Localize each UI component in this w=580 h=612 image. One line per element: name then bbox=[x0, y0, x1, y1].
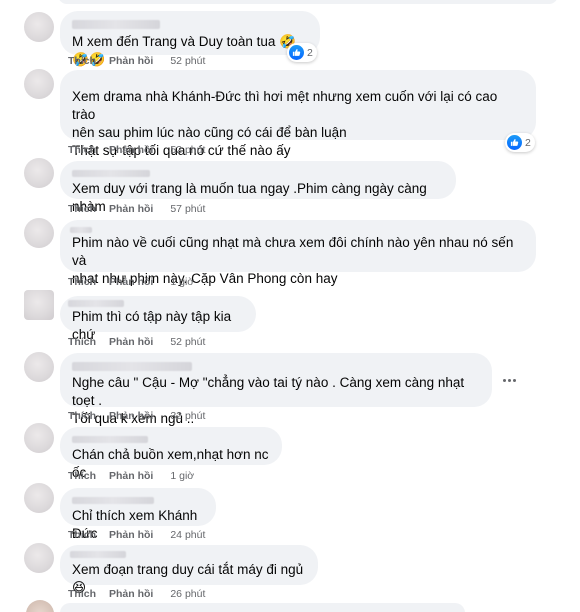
comment-timestamp[interactable]: 52 phút bbox=[170, 55, 205, 67]
like-button[interactable]: Thích bbox=[68, 410, 96, 422]
like-icon bbox=[507, 135, 522, 150]
author-name-redacted[interactable] bbox=[72, 436, 148, 443]
comment-actions: Thích Phản hồi 52 phút bbox=[68, 55, 205, 67]
comment-bubble: Chỉ thích xem Khánh Đức bbox=[60, 488, 216, 541]
comment-bubble: Phim thì có tập này tập kia chứ bbox=[60, 296, 256, 342]
like-button[interactable]: Thích bbox=[68, 588, 96, 600]
previous-comment-bubble-edge bbox=[58, 0, 558, 4]
comment-timestamp[interactable]: 24 phút bbox=[170, 529, 205, 541]
comment-actions: Thích Phản hồi 1 giờ bbox=[68, 276, 194, 288]
like-button[interactable]: Thích bbox=[68, 529, 96, 541]
reaction-badge[interactable]: 2 bbox=[505, 133, 535, 152]
next-comment-bubble-edge bbox=[60, 603, 465, 612]
like-button[interactable]: Thích bbox=[68, 336, 96, 348]
reply-button[interactable]: Phản hồi bbox=[109, 410, 153, 422]
reply-button[interactable]: Phản hồi bbox=[109, 470, 153, 482]
like-button[interactable]: Thích bbox=[68, 203, 96, 215]
author-name-redacted[interactable] bbox=[72, 20, 160, 29]
reply-button[interactable]: Phản hồi bbox=[109, 144, 153, 156]
comment-actions: Thích Phản hồi 52 phút bbox=[68, 144, 205, 156]
avatar[interactable] bbox=[24, 218, 54, 248]
comment-timestamp[interactable]: 52 phút bbox=[170, 144, 205, 156]
avatar[interactable] bbox=[24, 423, 54, 453]
reply-button[interactable]: Phản hồi bbox=[109, 55, 153, 67]
comment-bubble: Xem đoạn trang duy cái tắt máy đi ngủ😆 bbox=[60, 545, 318, 595]
avatar[interactable] bbox=[26, 600, 54, 612]
like-button[interactable]: Thích bbox=[68, 276, 96, 288]
comment-bubble: Phim nào về cuối cũng nhạt mà chưa xem đ… bbox=[60, 220, 536, 286]
author-name-redacted[interactable] bbox=[72, 497, 154, 504]
reaction-count: 2 bbox=[307, 46, 313, 59]
like-button[interactable]: Thích bbox=[68, 470, 96, 482]
comment-bubble: Xem duy với trang là muốn tua ngay .Phim… bbox=[60, 161, 456, 214]
author-name-redacted[interactable] bbox=[72, 362, 192, 371]
reaction-badge[interactable]: 2 bbox=[287, 43, 317, 62]
like-icon bbox=[289, 45, 304, 60]
reply-button[interactable]: Phản hồi bbox=[109, 529, 153, 541]
like-button[interactable]: Thích bbox=[68, 144, 96, 156]
comment-timestamp[interactable]: 57 phút bbox=[170, 203, 205, 215]
comment-timestamp[interactable]: 52 phút bbox=[170, 336, 205, 348]
comment-timestamp[interactable]: 26 phút bbox=[170, 588, 205, 600]
comment-bubble: Chán chả buồn xem,nhạt hơn nc ốc bbox=[60, 427, 282, 480]
comment-bubble: Nghe câu " Cậu - Mợ "chẳng vào tai tý nà… bbox=[60, 353, 492, 426]
like-button[interactable]: Thích bbox=[68, 55, 96, 67]
author-name-redacted[interactable] bbox=[68, 300, 124, 307]
avatar[interactable] bbox=[24, 12, 54, 42]
reply-button[interactable]: Phản hồi bbox=[109, 336, 153, 348]
comment-bubble: M xem đến Trang và Duy toàn tua 🤣🤣🤣 bbox=[60, 11, 320, 67]
avatar[interactable] bbox=[24, 352, 54, 382]
reaction-count: 2 bbox=[525, 136, 531, 149]
comment-actions: Thích Phản hồi 52 phút bbox=[68, 336, 205, 348]
comment-timestamp[interactable]: 1 giờ bbox=[170, 276, 194, 288]
comment-actions: Thích Phản hồi 57 phút bbox=[68, 203, 205, 215]
author-name-redacted[interactable] bbox=[70, 551, 126, 558]
reply-button[interactable]: Phản hồi bbox=[109, 588, 153, 600]
avatar[interactable] bbox=[24, 543, 54, 573]
comment-actions: Thích Phản hồi 32 phút bbox=[68, 410, 205, 422]
avatar[interactable] bbox=[24, 483, 54, 513]
comment-actions: Thích Phản hồi 26 phút bbox=[68, 588, 205, 600]
author-name-redacted[interactable] bbox=[72, 170, 150, 177]
more-options-icon[interactable] bbox=[499, 370, 519, 390]
avatar[interactable] bbox=[24, 69, 54, 99]
comment-bubble: Xem drama nhà Khánh-Đức thì hơi mệt nhưn… bbox=[60, 70, 536, 158]
avatar[interactable] bbox=[24, 158, 54, 188]
comment-timestamp[interactable]: 1 giờ bbox=[170, 470, 194, 482]
comment-timestamp[interactable]: 32 phút bbox=[170, 410, 205, 422]
reply-button[interactable]: Phản hồi bbox=[109, 203, 153, 215]
author-name-redacted[interactable] bbox=[70, 227, 92, 233]
reply-button[interactable]: Phản hồi bbox=[109, 276, 153, 288]
avatar[interactable] bbox=[24, 290, 54, 320]
comment-actions: Thích Phản hồi 1 giờ bbox=[68, 470, 194, 482]
comment-actions: Thích Phản hồi 24 phút bbox=[68, 529, 205, 541]
